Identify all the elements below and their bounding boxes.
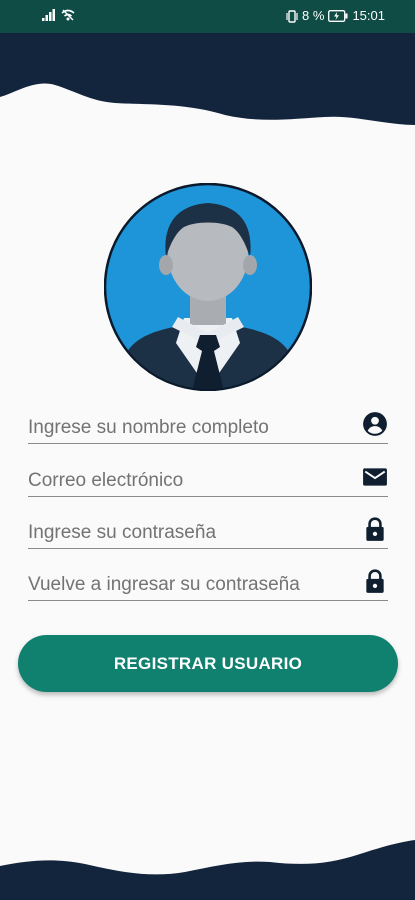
user-avatar [104, 183, 312, 391]
account-circle-icon [363, 412, 387, 436]
confirm-password-field[interactable] [28, 557, 388, 601]
email-input[interactable] [28, 470, 348, 492]
clock: 15:01 [352, 8, 385, 23]
register-user-button[interactable]: REGISTRAR USUARIO [18, 635, 398, 692]
wifi-off-icon [61, 9, 75, 21]
lock-icon [366, 517, 384, 541]
signal-icon [42, 9, 55, 21]
vibrate-icon [286, 9, 298, 23]
status-bar: 8 % 15:01 [0, 0, 415, 33]
status-right-icons: 8 % 15:01 [286, 9, 385, 23]
battery-percent: 8 % [302, 8, 325, 23]
lock-icon [366, 569, 384, 593]
mail-icon [363, 468, 387, 486]
header-wave-background [0, 33, 415, 125]
full-name-field[interactable] [28, 400, 388, 444]
password-input[interactable] [28, 522, 348, 544]
full-name-input[interactable] [28, 417, 348, 439]
footer-wave-background [0, 840, 415, 900]
battery-charging-icon [328, 10, 348, 22]
status-left-icons [42, 9, 75, 21]
confirm-password-input[interactable] [28, 574, 348, 596]
email-field[interactable] [28, 453, 388, 497]
password-field[interactable] [28, 505, 388, 549]
